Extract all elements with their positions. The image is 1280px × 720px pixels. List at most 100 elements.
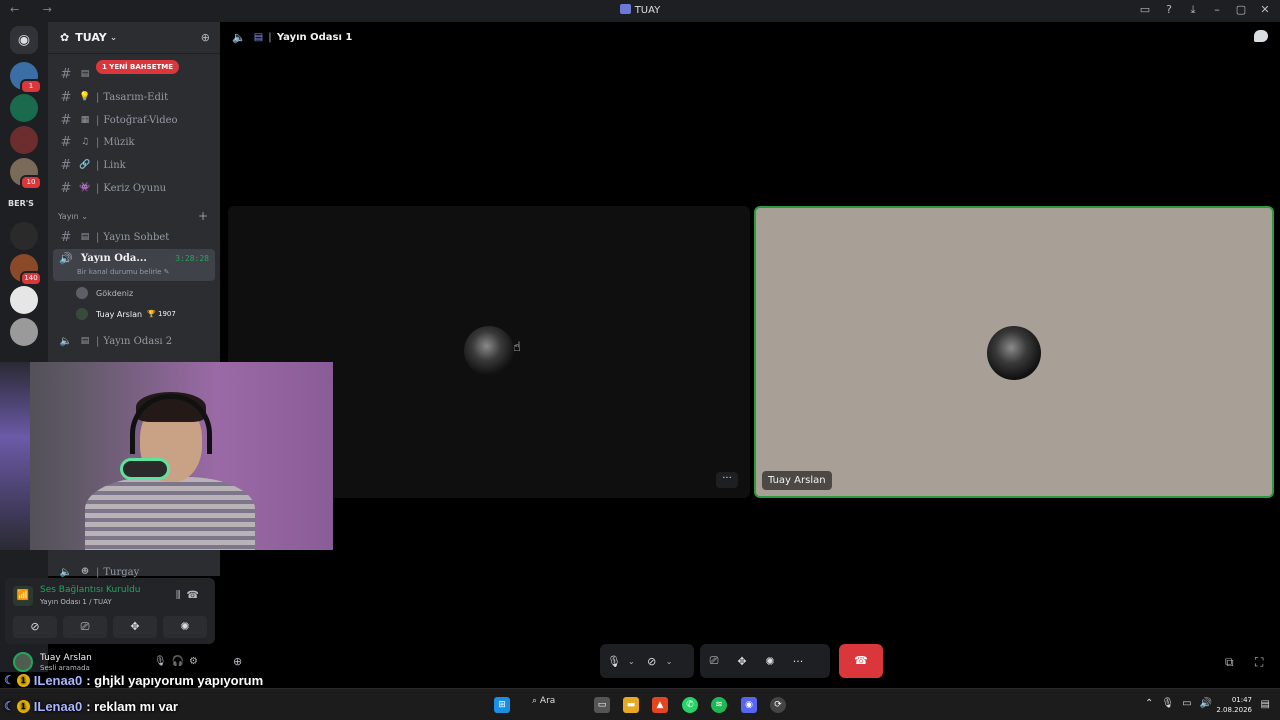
headphones-icon[interactable]: 🎧: [172, 656, 189, 667]
channel-item[interactable]: # ▦ | Fotoğraf-Video: [56, 110, 212, 130]
screen-share-button[interactable]: ⎚: [63, 616, 107, 638]
participant-tile-speaking[interactable]: Tuay Arslan: [754, 206, 1274, 498]
voice-timer: 3:28:28: [175, 254, 209, 263]
server-icon-1[interactable]: 1: [10, 62, 42, 94]
activities-button[interactable]: ✥: [113, 616, 157, 638]
discord-home-icon[interactable]: ◉: [10, 26, 38, 54]
chat-bubble-icon[interactable]: [1254, 30, 1268, 42]
system-tray: ⌃🎙▭🔊: [1145, 698, 1220, 709]
maximize-icon[interactable]: ▢: [1234, 3, 1248, 17]
more-icon[interactable]: ···: [787, 655, 809, 668]
disconnect-icon[interactable]: ☎: [187, 590, 205, 601]
more-options-icon[interactable]: ···: [716, 472, 738, 488]
fullscreen-icon[interactable]: ⛶: [1255, 655, 1263, 670]
voice-user[interactable]: Tuay Arslan 🏆 1907: [76, 305, 176, 323]
category-yayin[interactable]: Yayın ⌄: [58, 212, 88, 221]
brave-browser-icon[interactable]: ▲: [652, 697, 668, 713]
chevron-down-icon[interactable]: ⌄: [628, 657, 635, 666]
speaker-icon: 🔈: [59, 566, 73, 578]
camera-off-button[interactable]: ⊘: [13, 616, 57, 638]
camera-off-icon[interactable]: ⊘: [641, 655, 663, 668]
channel-item[interactable]: # ♫ | Müzik: [56, 132, 212, 152]
mic-icon[interactable]: 🎙: [1161, 698, 1182, 709]
inbox-icon[interactable]: ▭: [1138, 3, 1152, 17]
channel-name: Yayın Odası 2: [103, 335, 173, 347]
channel-item[interactable]: # 👾 | Keriz Oyunu: [56, 178, 212, 198]
minimize-icon[interactable]: –: [1210, 3, 1224, 17]
invite-people-icon[interactable]: ⊕: [201, 31, 210, 44]
server-icon-5[interactable]: [10, 222, 38, 250]
user-avatar[interactable]: [13, 652, 33, 672]
discord-taskbar-icon[interactable]: ◉: [741, 697, 757, 713]
channel-emoji: 💡: [79, 92, 91, 102]
noise-suppression-icon[interactable]: ⫼: [176, 590, 187, 601]
settings-gear-icon[interactable]: ⚙: [189, 656, 203, 667]
add-channel-icon[interactable]: +: [198, 209, 208, 223]
signal-icon[interactable]: 📶: [13, 586, 33, 606]
soundboard-icon[interactable]: ✺: [759, 655, 781, 668]
app-taskbar-icon[interactable]: ⟳: [770, 697, 786, 713]
server-header[interactable]: ✿ TUAY ⌄ ⊕: [48, 22, 220, 54]
download-icon[interactable]: ⤓: [1186, 3, 1200, 17]
clock[interactable]: 01:47 2.08.2026: [1216, 695, 1252, 715]
server-icon-7[interactable]: [10, 286, 38, 314]
screen-share-icon[interactable]: ⎚: [703, 654, 725, 668]
channel-status[interactable]: Bir kanal durumu belirle ✎: [77, 268, 170, 276]
channel-name: Müzik: [103, 136, 135, 148]
hash-icon: #: [60, 112, 72, 128]
voice-connected-subtitle[interactable]: Yayın Odası 1 / TUAY: [40, 598, 112, 606]
voice-channel-item[interactable]: 🔈 ▤ | Yayın Odası 2: [56, 331, 212, 351]
voice-user[interactable]: Gökdeniz: [76, 284, 133, 302]
window-title-text: TUAY: [634, 5, 661, 16]
windows-start-icon[interactable]: ⊞: [494, 697, 510, 713]
moon-icon: ☾: [4, 673, 15, 687]
server-icon-8[interactable]: [10, 318, 38, 346]
help-icon[interactable]: ?: [1162, 3, 1176, 17]
channel-emoji: 🔗: [79, 160, 91, 170]
network-icon[interactable]: ▭: [1182, 698, 1199, 709]
channel-item[interactable]: # 💡 | Tasarım-Edit: [56, 87, 212, 107]
channel-name: Yayın Sohbet: [103, 231, 170, 243]
new-mention-pill[interactable]: 1 YENİ BAHSETME: [96, 60, 180, 74]
channel-item[interactable]: # 🔗 | Link: [56, 155, 212, 175]
chevron-down-icon: ⌄: [109, 32, 118, 43]
channel-name: Keriz Oyunu: [103, 182, 167, 194]
clock-time: 01:47: [1231, 696, 1252, 704]
popout-icon[interactable]: ⧉: [1225, 655, 1234, 670]
separator: |: [96, 335, 100, 347]
whatsapp-icon[interactable]: ✆: [682, 697, 698, 713]
separator: |: [96, 114, 100, 126]
server-icon-4[interactable]: 10: [10, 158, 42, 190]
separator: |: [96, 159, 100, 171]
hash-icon: #: [60, 66, 72, 82]
voice-user-name: Tuay Arslan: [96, 309, 143, 319]
channel-item[interactable]: # ▤ | Yayın Sohbet: [56, 227, 212, 247]
coin-icon: 1: [16, 673, 30, 687]
activities-icon[interactable]: ✥: [731, 655, 753, 668]
soundboard-button[interactable]: ✺: [163, 616, 207, 638]
notification-icon[interactable]: ▤: [1261, 699, 1270, 710]
task-view-icon[interactable]: ▭: [594, 697, 610, 713]
server-icon-3[interactable]: [10, 126, 38, 154]
server-icon-2[interactable]: [10, 94, 38, 122]
file-explorer-icon[interactable]: ▬: [623, 697, 639, 713]
hash-icon: #: [60, 89, 72, 105]
hash-icon: #: [60, 134, 72, 150]
server-text-icon[interactable]: BER'S: [8, 199, 34, 208]
close-icon[interactable]: ✕: [1258, 3, 1272, 17]
mic-icon[interactable]: 🎙: [603, 655, 625, 668]
taskbar-search[interactable]: ⌕ Ara: [532, 696, 555, 706]
chevron-up-icon[interactable]: ⌃: [1145, 698, 1161, 709]
invite-to-call-icon[interactable]: ⊕: [233, 655, 242, 668]
spotify-icon[interactable]: ≋: [711, 697, 727, 713]
server-icon-6[interactable]: 140: [10, 254, 42, 286]
hash-icon: #: [60, 180, 72, 196]
active-voice-channel[interactable]: 🔊 Yayın Oda... 3:28:28 Bir kanal durumu …: [53, 249, 215, 281]
channel-header: 🔈 ▤ | Yayın Odası 1: [232, 31, 352, 44]
webcam-person-body: [85, 477, 255, 550]
disconnect-call-button[interactable]: ☎: [839, 644, 883, 678]
channel-name: Tasarım-Edit: [103, 91, 169, 103]
voice-connected-title: Ses Bağlantısı Kuruldu: [40, 585, 141, 595]
chevron-down-icon[interactable]: ⌄: [666, 657, 673, 666]
mic-icon[interactable]: 🎙: [154, 656, 172, 667]
